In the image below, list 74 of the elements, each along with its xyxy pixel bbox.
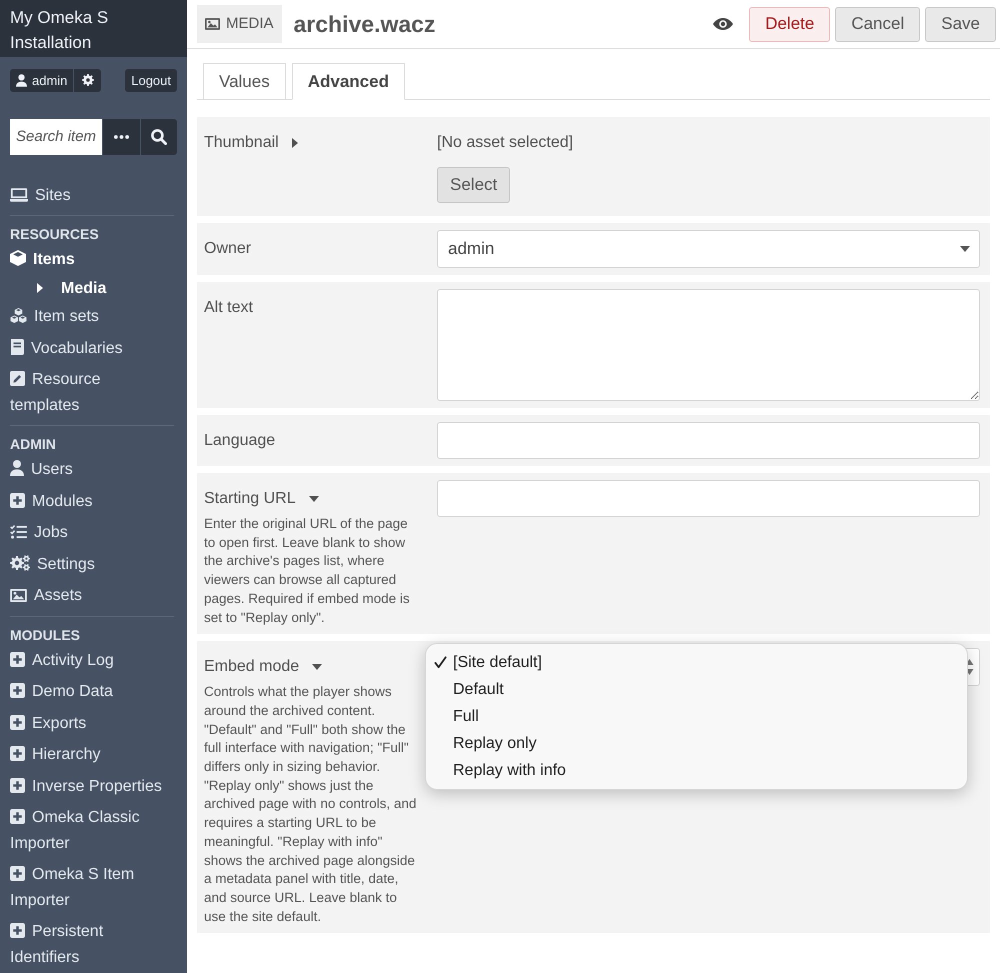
caret-right-icon[interactable] (292, 138, 298, 148)
caret-right-icon (37, 283, 43, 294)
cubes-icon (10, 308, 27, 323)
checklist-icon (10, 525, 27, 539)
nav-link[interactable]: Item sets (10, 301, 174, 332)
field-label: Owner (204, 239, 252, 259)
caret-down-icon[interactable] (312, 664, 322, 670)
section-heading: RESOURCES (10, 225, 100, 244)
asset-status: [No asset selected] (437, 133, 574, 153)
user-button[interactable]: admin (10, 69, 74, 92)
nav-link[interactable]: Demo Data (10, 676, 174, 708)
user-icon (16, 74, 27, 87)
cube-icon (10, 250, 26, 266)
dropdown-option[interactable]: Default (426, 676, 967, 704)
logout-button[interactable]: Logout (125, 69, 177, 92)
nav-link[interactable]: Inverse Properties (10, 770, 174, 802)
advanced-search-button[interactable] (103, 118, 140, 154)
nav-link[interactable]: Exports (10, 708, 174, 739)
eye-icon[interactable] (713, 18, 734, 30)
field-label: Language (204, 431, 276, 451)
nav-link[interactable]: Hierarchy (10, 739, 174, 770)
user-icon (10, 460, 24, 476)
field-label: Starting URL (204, 489, 296, 509)
dropdown-option[interactable]: Full (426, 703, 967, 730)
caret-down-icon (960, 246, 970, 252)
tab[interactable]: Advanced (292, 63, 405, 100)
section-heading: MODULES (10, 626, 81, 644)
account-settings-button[interactable] (74, 69, 102, 92)
nav-sublink[interactable]: Media (10, 276, 174, 301)
nav-link[interactable]: Items (10, 244, 174, 276)
nav-link[interactable]: Modules (10, 486, 174, 517)
nav-link[interactable]: Activity Log (10, 644, 174, 676)
header-button[interactable]: Cancel (835, 6, 920, 42)
caret-down-icon[interactable] (308, 496, 319, 502)
dropdown-option[interactable]: Replay with info (426, 757, 967, 784)
header-button[interactable]: Delete (749, 6, 830, 42)
text-input-field[interactable] (437, 480, 980, 517)
gear-icon (82, 74, 94, 86)
nav-link[interactable]: Sites (10, 180, 174, 211)
nav-link[interactable]: Resource templates (10, 364, 174, 421)
nav-link[interactable]: Jobs (10, 517, 174, 548)
select-button[interactable]: Select (437, 167, 510, 203)
laptop-icon (10, 188, 28, 202)
text-area-field[interactable] (437, 289, 980, 401)
gears-icon (10, 554, 30, 570)
field-label: Thumbnail (204, 133, 279, 153)
section-heading: ADMIN (10, 435, 57, 454)
header-button[interactable]: Save (925, 6, 996, 42)
nav-link[interactable]: Vocabularies (10, 332, 174, 364)
page-title: archive.wacz (294, 10, 436, 39)
nav-link[interactable]: Settings (10, 548, 174, 580)
nav-link[interactable]: Users (10, 454, 174, 486)
text-input-field[interactable] (437, 422, 980, 459)
field-label: Embed mode (204, 657, 300, 678)
dropdown-option[interactable]: [Site default] (426, 649, 967, 676)
nav-link[interactable]: Assets (10, 580, 174, 612)
field-description: Enter the original URL of the page to open first. Leave blank to show the archive's pages list, where viewers can browse all captured pages. Required if embed mode is set to "Replay only". (204, 515, 411, 627)
nav-link[interactable]: Persistent Identifiers (10, 916, 174, 973)
image-icon (205, 18, 220, 30)
tab[interactable]: Values (203, 63, 286, 100)
site-title[interactable]: My Omeka S Installation (10, 5, 177, 55)
image-icon (10, 589, 27, 602)
field-description: Controls what the player shows around the archived content. "Default" and "Full" both show the full interface with navigation; "Full" differs only in sizing behavior. "Replay only" shows just the archived page with no controls, and requires a starting URL to be meaningful. "Replay with info" shows the archived page alongside a metadata panel with title, date, and source URL. Leave blank to use the site default. (204, 683, 418, 926)
field-label: Alt text (204, 298, 253, 318)
nav-link[interactable]: Omeka S Item Importer (10, 859, 174, 916)
search-button[interactable] (141, 118, 177, 154)
search-field[interactable]: Search item (10, 118, 102, 154)
resource-type-label: MEDIA (226, 14, 274, 34)
nav-link[interactable]: Omeka Classic Importer (10, 802, 174, 859)
ellipsis-icon (114, 134, 129, 138)
book-icon (10, 338, 24, 354)
dropdown-select[interactable]: admin (437, 230, 980, 268)
search-icon (151, 128, 167, 144)
dropdown-option[interactable]: Replay only (426, 730, 967, 758)
